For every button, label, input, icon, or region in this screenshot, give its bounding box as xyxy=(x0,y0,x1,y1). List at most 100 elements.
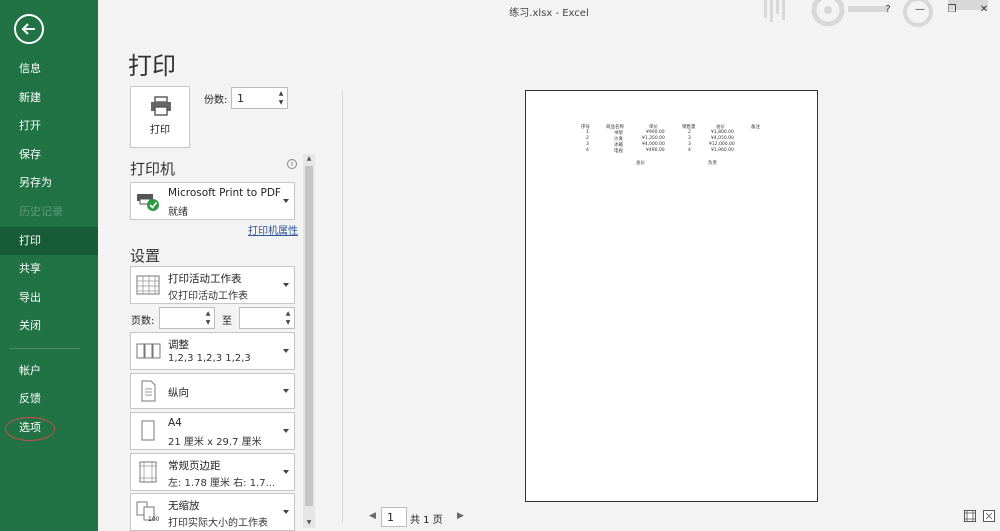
page-number-value: 1 xyxy=(387,511,394,524)
chevron-down-icon xyxy=(283,349,289,353)
chevron-down-icon xyxy=(283,510,289,514)
printer-dropdown[interactable]: Microsoft Print to PDF 就绪 xyxy=(130,182,295,220)
copies-label: 份数: xyxy=(204,95,228,106)
paper-size-dropdown[interactable]: A4 21 厘米 x 29.7 厘米 xyxy=(130,412,295,450)
margins-desc: 左: 1.78 厘米 右: 1.7... xyxy=(168,478,276,489)
preview-cell: ¥1,350.00 xyxy=(642,136,665,141)
print-scope-title: 打印活动工作表 xyxy=(168,273,242,285)
preview-cell: 3 xyxy=(586,142,589,147)
preview-cell: ¥1,960.00 xyxy=(711,148,734,153)
print-button-label: 打印 xyxy=(150,125,170,136)
chevron-down-icon xyxy=(283,283,289,287)
nav-share[interactable]: 共享 xyxy=(0,255,98,283)
annotation-circle xyxy=(5,417,55,441)
print-scope-dropdown[interactable]: 打印活动工作表 仅打印活动工作表 xyxy=(130,266,295,304)
page-total: 共 1 页 xyxy=(410,515,443,526)
nav-account[interactable]: 帐户 xyxy=(0,357,98,385)
nav-history: 历史记录 xyxy=(19,205,63,218)
collate-dropdown[interactable]: 调整 1,2,3 1,2,3 1,2,3 xyxy=(130,332,295,370)
nav-close[interactable]: 关闭 xyxy=(0,312,98,340)
preview-cell: 4 xyxy=(586,148,589,153)
margins-dropdown[interactable]: 常规页边距 左: 1.78 厘米 右: 1.7... xyxy=(130,453,295,491)
scaling-icon: 100 xyxy=(136,501,160,523)
decoration-pattern xyxy=(764,0,988,27)
printer-ready-icon xyxy=(137,194,159,211)
collate-title: 调整 xyxy=(168,339,189,351)
panel-divider xyxy=(342,90,343,522)
nav-save-as[interactable]: 另存为 xyxy=(0,169,98,197)
spin-up-icon[interactable]: ▲ xyxy=(283,309,293,318)
paper-size-title: A4 xyxy=(168,417,182,429)
nav-export[interactable]: 导出 xyxy=(0,284,98,312)
margins-icon xyxy=(139,461,157,483)
orientation-dropdown[interactable]: 纵向 xyxy=(130,373,295,409)
previous-page-icon[interactable]: ◀ xyxy=(369,511,376,521)
preview-footer-left: 总价 xyxy=(636,161,645,166)
pages-from-input[interactable]: ▲ ▼ xyxy=(159,307,215,329)
spin-down-icon[interactable]: ▼ xyxy=(203,318,213,327)
chevron-down-icon xyxy=(283,389,289,393)
help-button[interactable]: ? xyxy=(880,3,896,17)
scroll-thumb[interactable] xyxy=(305,166,313,506)
preview-cell: 电视 xyxy=(614,149,623,154)
printer-status: 就绪 xyxy=(168,207,188,218)
pages-label: 页数: xyxy=(131,316,155,327)
nav-feedback[interactable]: 反馈 xyxy=(0,385,98,413)
scaling-title: 无缩放 xyxy=(168,500,200,512)
back-button[interactable] xyxy=(14,14,44,44)
spin-up-icon[interactable]: ▲ xyxy=(276,89,286,98)
zoom-to-page-icon[interactable] xyxy=(983,510,995,522)
preview-footer-right: 负责 xyxy=(708,161,717,166)
spin-up-icon[interactable]: ▲ xyxy=(203,309,213,318)
settings-section-title: 设置 xyxy=(130,247,161,265)
info-icon[interactable]: i xyxy=(287,159,297,169)
minimize-button[interactable]: — xyxy=(912,3,928,17)
print-preview-page: 序号 商品名称 单价 销售量 总价 备注 1 书架 ¥900.00 2 ¥1,8… xyxy=(525,90,818,502)
printer-properties-link[interactable]: 打印机属性 xyxy=(248,222,298,237)
worksheet-icon xyxy=(136,275,160,295)
nav-separator xyxy=(10,348,80,349)
close-button[interactable]: ✕ xyxy=(976,3,992,17)
next-page-icon[interactable]: ▶ xyxy=(457,511,464,521)
nav-new[interactable]: 新建 xyxy=(0,84,98,112)
spin-down-icon[interactable]: ▼ xyxy=(276,98,286,107)
chevron-down-icon xyxy=(283,470,289,474)
backstage-sidebar: 信息 新建 打开 保存 另存为 历史记录 打印 共享 导出 关闭 帐户 反馈 选… xyxy=(0,0,98,531)
preview-cell: 2 xyxy=(688,130,691,135)
margins-title: 常规页边距 xyxy=(168,460,221,472)
scaling-desc: 打印实际大小的工作表 xyxy=(168,518,268,529)
copies-value: 1 xyxy=(237,92,244,105)
scaling-dropdown[interactable]: 100 无缩放 打印实际大小的工作表 xyxy=(130,493,295,531)
scroll-down-icon[interactable]: ▼ xyxy=(303,518,315,528)
settings-scrollbar[interactable]: ▲ ▼ xyxy=(303,154,315,528)
preview-cell: 1 xyxy=(586,130,589,135)
nav-open[interactable]: 打开 xyxy=(0,112,98,140)
print-button[interactable]: 打印 xyxy=(130,86,190,148)
printer-section-title: 打印机 xyxy=(130,160,176,178)
arrow-left-icon xyxy=(21,23,35,35)
restore-button[interactable]: ❐ xyxy=(944,3,960,17)
preview-cell: 3 xyxy=(688,142,691,147)
collate-icon xyxy=(136,343,161,359)
preview-cell: ¥490.00 xyxy=(646,148,665,153)
print-scope-desc: 仅打印活动工作表 xyxy=(168,291,248,302)
preview-cell: 3 xyxy=(688,136,691,141)
spin-down-icon[interactable]: ▼ xyxy=(283,318,293,327)
page-number-input[interactable]: 1 xyxy=(381,507,407,527)
collate-desc: 1,2,3 1,2,3 1,2,3 xyxy=(168,353,251,364)
paper-size-desc: 21 厘米 x 29.7 厘米 xyxy=(168,437,262,448)
chevron-down-icon xyxy=(283,429,289,433)
preview-cell: ¥4,000.00 xyxy=(642,142,665,147)
orientation-title: 纵向 xyxy=(168,387,189,399)
show-margins-icon[interactable] xyxy=(964,510,976,522)
nav-print[interactable]: 打印 xyxy=(0,227,98,255)
preview-cell: 2 xyxy=(586,136,589,141)
scroll-up-icon[interactable]: ▲ xyxy=(303,154,315,164)
preview-cell: ¥900.00 xyxy=(646,130,665,135)
nav-info[interactable]: 信息 xyxy=(0,55,98,83)
nav-save[interactable]: 保存 xyxy=(0,141,98,169)
copies-input[interactable]: 1 ▲ ▼ xyxy=(231,87,288,109)
preview-cell: ¥4,050.00 xyxy=(711,136,734,141)
preview-cell: ¥1,800.00 xyxy=(711,130,734,135)
pages-to-input[interactable]: ▲ ▼ xyxy=(239,307,295,329)
